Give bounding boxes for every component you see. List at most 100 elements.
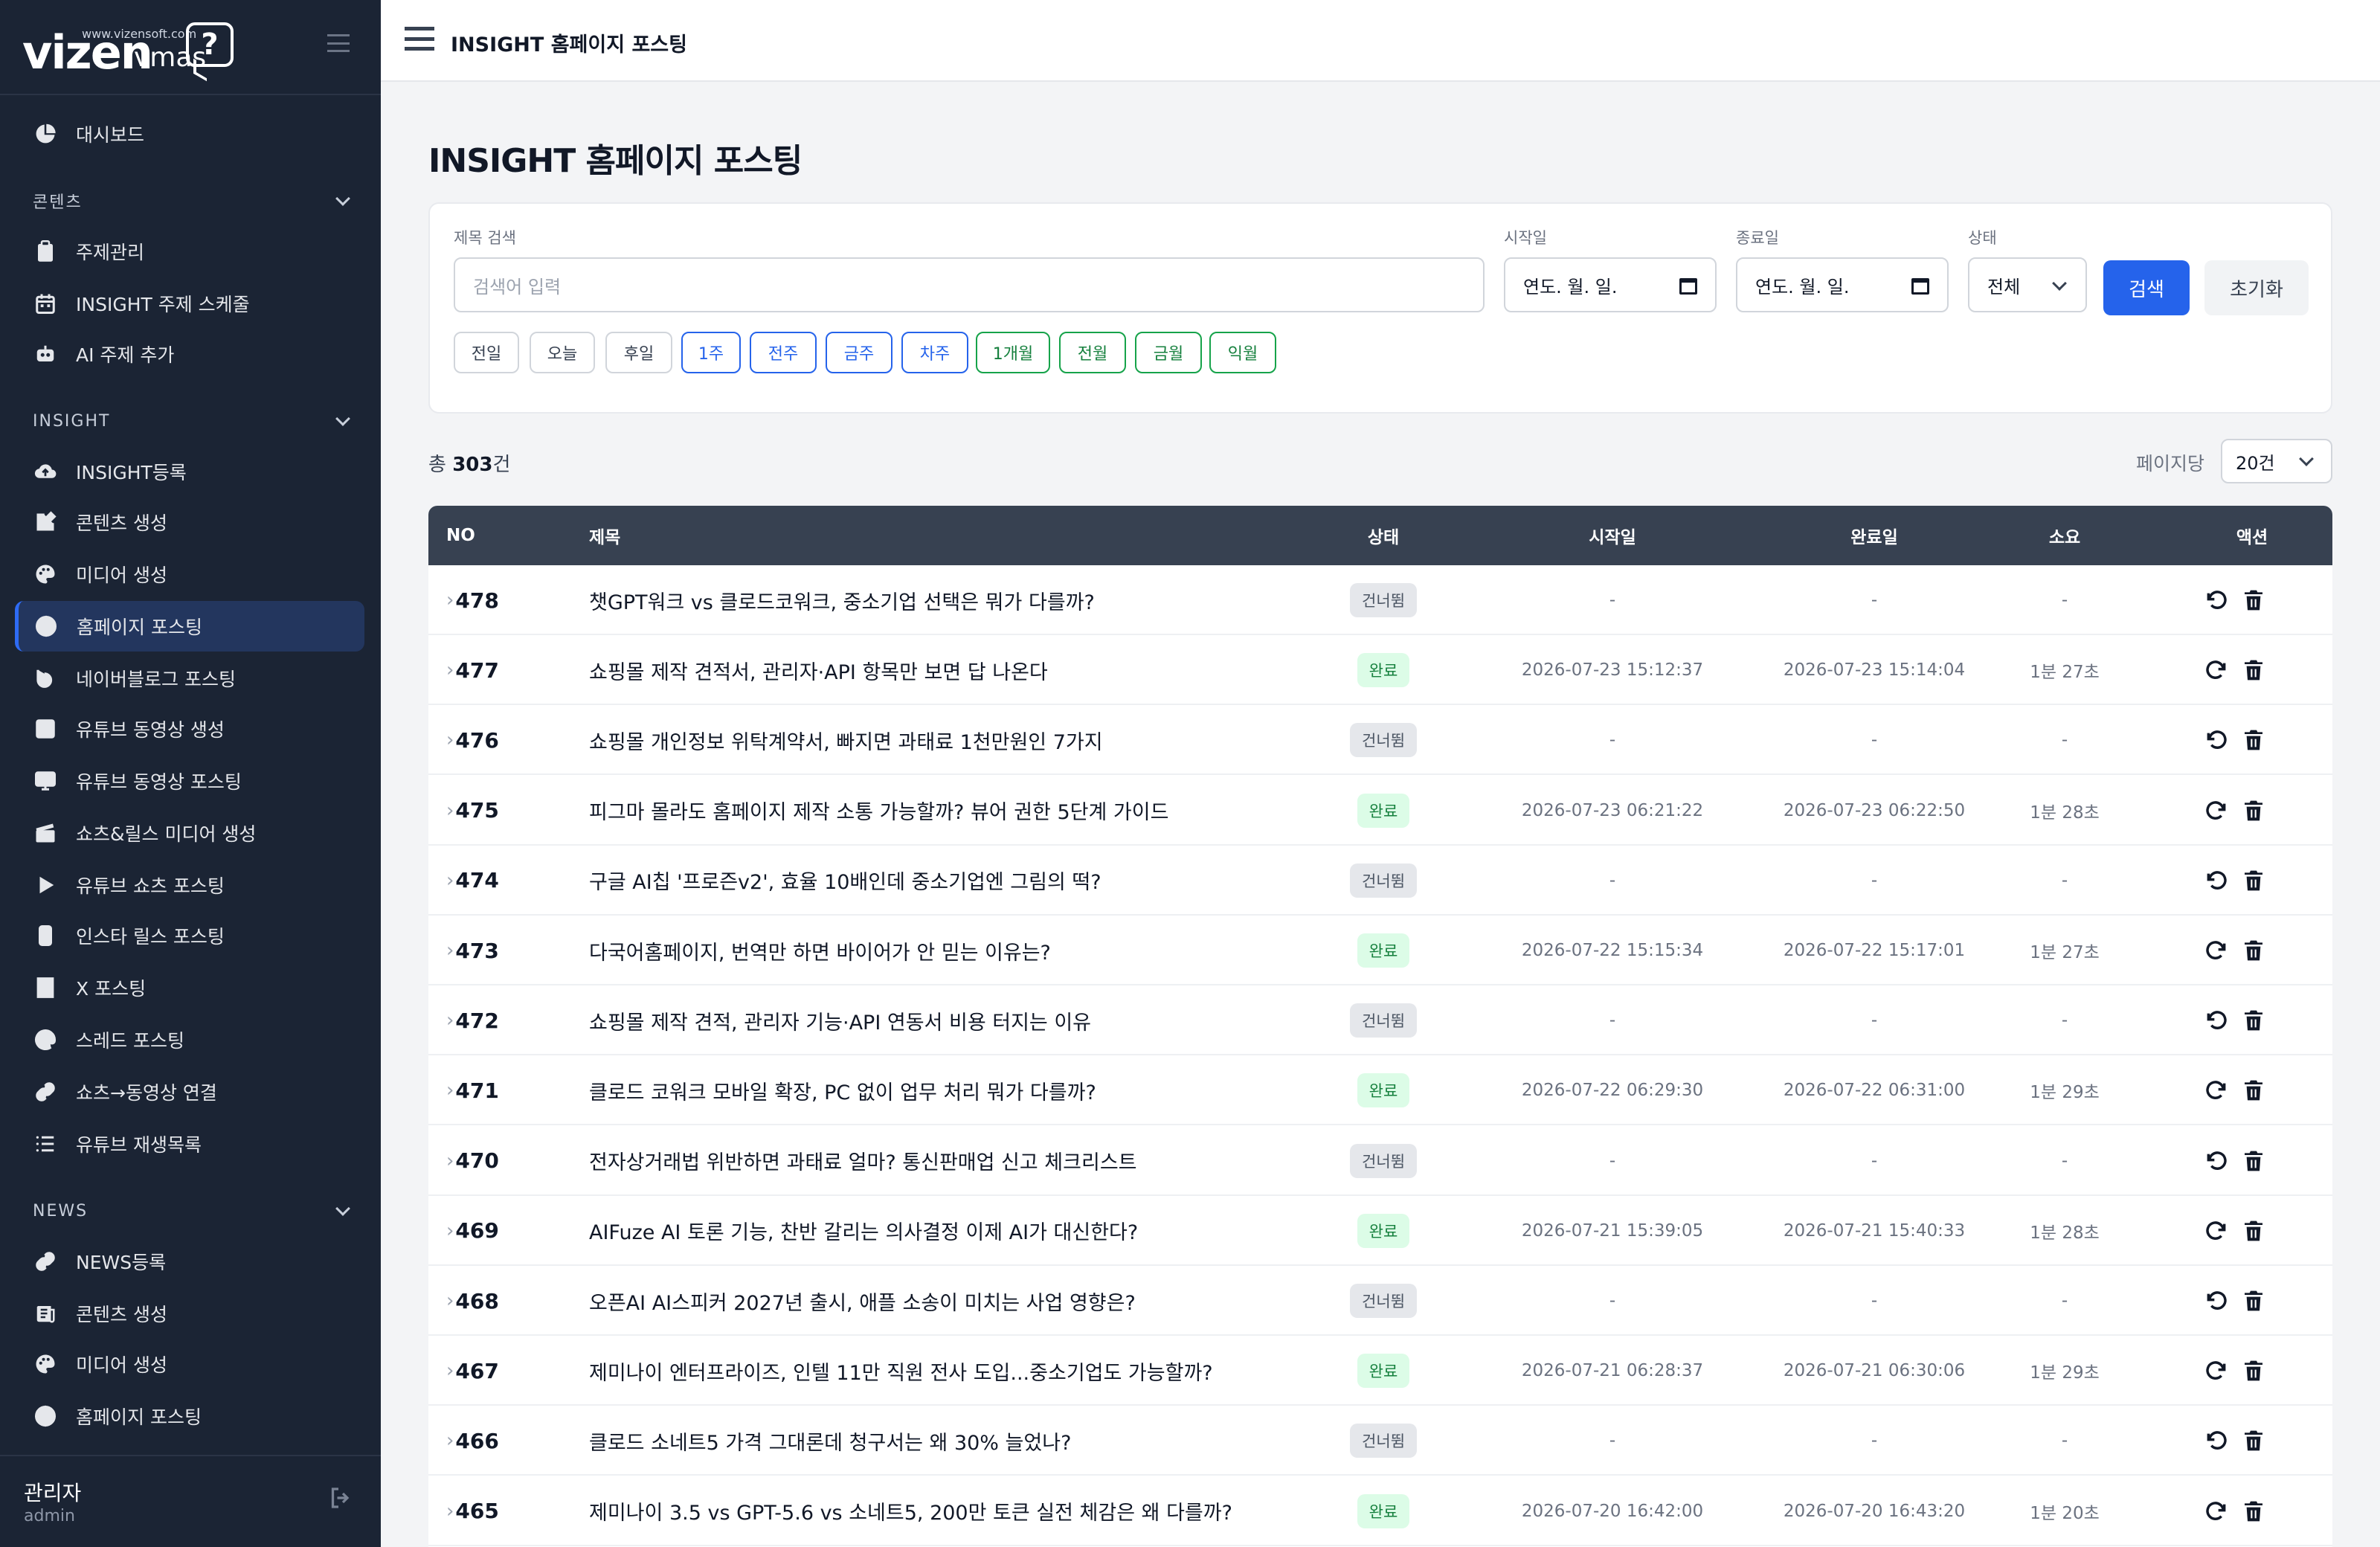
calendar-icon[interactable] <box>1911 278 1929 295</box>
quick-range-chip[interactable]: 금월 <box>1135 332 1202 373</box>
sidebar-collapse-icon[interactable] <box>327 34 350 52</box>
row-number[interactable]: 470 <box>446 1126 498 1196</box>
sidebar-item-9[interactable]: 네이버블로그 포스팅 <box>15 653 364 704</box>
trash-icon[interactable] <box>2242 1288 2265 1313</box>
sidebar-item-19[interactable]: NEWS등록 <box>15 1236 364 1287</box>
end-date-input[interactable]: 연도. 월. 일. <box>1736 257 1949 312</box>
row-title[interactable]: 제미나이 엔터프라이즈, 인텔 11만 직원 전사 도입...중소기업도 가능할… <box>589 1336 1213 1406</box>
quick-range-chip[interactable]: 전일 <box>454 332 519 373</box>
header-title[interactable]: 제목 <box>589 506 620 565</box>
undo-icon[interactable] <box>2204 868 2228 893</box>
quick-range-chip[interactable]: 전주 <box>750 332 817 373</box>
trash-icon[interactable] <box>2242 1218 2265 1244</box>
row-title[interactable]: 클로드 소네트5 가격 그대론데 청구서는 왜 30% 늘었나? <box>589 1406 1071 1476</box>
redo-icon[interactable] <box>2204 1218 2228 1244</box>
status-select[interactable]: 전체 <box>1968 257 2087 312</box>
row-title[interactable]: 피그마 몰라도 홈페이지 제작 소통 가능할까? 뷰어 권한 5단계 가이드 <box>589 776 1168 846</box>
quick-range-chip[interactable]: 오늘 <box>530 332 595 373</box>
table-row[interactable]: 469 AIFuze AI 토론 기능, 찬반 갈리는 의사결정 이제 AI가 대… <box>428 1196 2332 1266</box>
table-row[interactable]: 467 제미나이 엔터프라이즈, 인텔 11만 직원 전사 도입...중소기업도 … <box>428 1336 2332 1406</box>
row-number[interactable]: 474 <box>446 846 498 916</box>
quick-range-chip[interactable]: 1개월 <box>976 332 1050 373</box>
quick-range-chip[interactable]: 후일 <box>605 332 672 373</box>
sidebar-item-12[interactable]: 쇼츠&릴스 미디어 생성 <box>15 808 364 858</box>
table-row[interactable]: 474 구글 AI칩 '프로즌v2', 효율 10배인데 중소기업엔 그림의 떡?… <box>428 846 2332 916</box>
undo-icon[interactable] <box>2204 1008 2228 1033</box>
row-number[interactable]: 467 <box>446 1336 498 1406</box>
table-row[interactable]: 473 다국어홈페이지, 번역만 하면 바이어가 안 믿는 이유는? 완료 2026-… <box>428 916 2332 985</box>
sidebar-section-2[interactable]: INSIGHT <box>33 406 353 436</box>
sidebar-item-7[interactable]: 미디어 생성 <box>15 549 364 599</box>
row-number[interactable]: 477 <box>446 635 498 705</box>
search-button[interactable]: 검색 <box>2103 260 2190 315</box>
row-title[interactable]: AIFuze AI 토론 기능, 찬반 갈리는 의사결정 이제 AI가 대신한다… <box>589 1196 1138 1266</box>
row-number[interactable]: 469 <box>446 1196 498 1266</box>
trash-icon[interactable] <box>2242 798 2265 823</box>
quick-range-chip[interactable]: 익월 <box>1209 332 1276 373</box>
sidebar-item-14[interactable]: 인스타 릴스 포스팅 <box>15 910 364 961</box>
sidebar-item-15[interactable]: X 포스팅 <box>15 962 364 1013</box>
sidebar-item-6[interactable]: 콘텐츠 생성 <box>15 497 364 547</box>
row-number[interactable]: 466 <box>446 1406 498 1476</box>
sidebar-item-18[interactable]: 유튜브 재생목록 <box>15 1119 364 1169</box>
sidebar-item-22[interactable]: 홈페이지 포스팅 <box>15 1391 364 1441</box>
row-title[interactable]: 쇼핑몰 제작 견적, 관리자 기능·API 연동서 비용 터지는 이유 <box>589 985 1091 1055</box>
table-row[interactable]: 476 쇼핑몰 개인정보 위탁계약서, 빠지면 과태료 1천만원인 7가지 건너뜀 -… <box>428 705 2332 776</box>
sidebar-item-8[interactable]: 홈페이지 포스팅 <box>15 601 364 652</box>
calendar-icon[interactable] <box>1679 278 1697 295</box>
logout-icon[interactable] <box>327 1485 354 1511</box>
row-title[interactable]: 쇼핑몰 제작 견적서, 관리자·API 항목만 보면 답 나온다 <box>589 635 1048 705</box>
table-row[interactable]: 478 챗GPT워크 vs 클로드코워크, 중소기업 선택은 뭐가 다를까? 건너뜀… <box>428 565 2332 635</box>
row-title[interactable]: 전자상거래법 위반하면 과태료 얼마? 통신판매업 신고 체크리스트 <box>589 1126 1137 1196</box>
trash-icon[interactable] <box>2242 1148 2265 1174</box>
redo-icon[interactable] <box>2204 798 2228 823</box>
quick-range-chip[interactable]: 차주 <box>901 332 968 373</box>
sidebar-item-20[interactable]: 콘텐츠 생성 <box>15 1288 364 1339</box>
header-start[interactable]: 시작일 <box>1553 506 1672 565</box>
sidebar-item-10[interactable]: 유튜브 동영상 생성 <box>15 704 364 754</box>
trash-icon[interactable] <box>2242 868 2265 893</box>
undo-icon[interactable] <box>2204 1428 2228 1453</box>
trash-icon[interactable] <box>2242 938 2265 963</box>
undo-icon[interactable] <box>2204 727 2228 753</box>
trash-icon[interactable] <box>2242 1078 2265 1103</box>
table-row[interactable]: 475 피그마 몰라도 홈페이지 제작 소통 가능할까? 뷰어 권한 5단계 가이… <box>428 776 2332 846</box>
sidebar-item-4[interactable]: AI 주제 추가 <box>15 329 364 379</box>
trash-icon[interactable] <box>2242 1008 2265 1033</box>
sidebar-section-1[interactable]: 콘텐츠 <box>33 186 353 216</box>
table-row[interactable]: 472 쇼핑몰 제작 견적, 관리자 기능·API 연동서 비용 터지는 이유 건너… <box>428 985 2332 1056</box>
row-number[interactable]: 473 <box>446 916 498 985</box>
trash-icon[interactable] <box>2242 657 2265 683</box>
row-title[interactable]: 다국어홈페이지, 번역만 하면 바이어가 안 믿는 이유는? <box>589 916 1051 985</box>
row-title[interactable]: 챗GPT워크 vs 클로드코워크, 중소기업 선택은 뭐가 다를까? <box>589 565 1095 635</box>
sidebar-section-3[interactable]: NEWS <box>33 1196 353 1226</box>
sidebar-item-1[interactable]: 대시보드 <box>15 109 364 159</box>
row-title[interactable]: 구글 AI칩 '프로즌v2', 효율 10배인데 중소기업엔 그림의 떡? <box>589 846 1101 916</box>
redo-icon[interactable] <box>2204 657 2228 683</box>
menu-icon[interactable] <box>405 27 434 51</box>
row-number[interactable]: 471 <box>446 1055 498 1125</box>
logo[interactable]: www.vizensoft.com vizen vmas ? <box>0 0 381 95</box>
table-row[interactable]: 477 쇼핑몰 제작 견적서, 관리자·API 항목만 보면 답 나온다 완료 202… <box>428 635 2332 706</box>
quick-range-chip[interactable]: 금주 <box>826 332 892 373</box>
sidebar-item-17[interactable]: 쇼츠→동영상 연결 <box>15 1067 364 1117</box>
quick-range-chip[interactable]: 1주 <box>681 332 741 373</box>
table-row[interactable]: 466 클로드 소네트5 가격 그대론데 청구서는 왜 30% 늘었나? 건너뜀 - -… <box>428 1406 2332 1476</box>
trash-icon[interactable] <box>2242 1499 2265 1524</box>
table-row[interactable]: 465 제미나이 3.5 vs GPT-5.6 vs 소네트5, 200만 토큰 … <box>428 1476 2332 1546</box>
trash-icon[interactable] <box>2242 727 2265 753</box>
undo-icon[interactable] <box>2204 1148 2228 1174</box>
undo-icon[interactable] <box>2204 1288 2228 1313</box>
table-row[interactable]: 468 오픈AI AI스피커 2027년 출시, 애플 소송이 미치는 사업 영향… <box>428 1266 2332 1336</box>
table-row[interactable]: 471 클로드 코워크 모바일 확장, PC 없이 업무 처리 뭐가 다를까? 완료… <box>428 1055 2332 1126</box>
row-title[interactable]: 오픈AI AI스피커 2027년 출시, 애플 소송이 미치는 사업 영향은? <box>589 1266 1136 1336</box>
header-duration[interactable]: 소요 <box>2020 506 2109 565</box>
title-search-input[interactable]: 검색어 입력 <box>454 257 1485 312</box>
row-title[interactable]: 쇼핑몰 개인정보 위탁계약서, 빠지면 과태료 1천만원인 7가지 <box>589 705 1103 775</box>
row-number[interactable]: 475 <box>446 776 498 846</box>
start-date-input[interactable]: 연도. 월. 일. <box>1504 257 1717 312</box>
row-number[interactable]: 472 <box>446 985 498 1055</box>
sidebar-item-5[interactable]: INSIGHT등록 <box>15 446 364 497</box>
table-row[interactable]: 470 전자상거래법 위반하면 과태료 얼마? 통신판매업 신고 체크리스트 건너뜀… <box>428 1126 2332 1196</box>
header-status[interactable]: 상태 <box>1348 506 1419 565</box>
